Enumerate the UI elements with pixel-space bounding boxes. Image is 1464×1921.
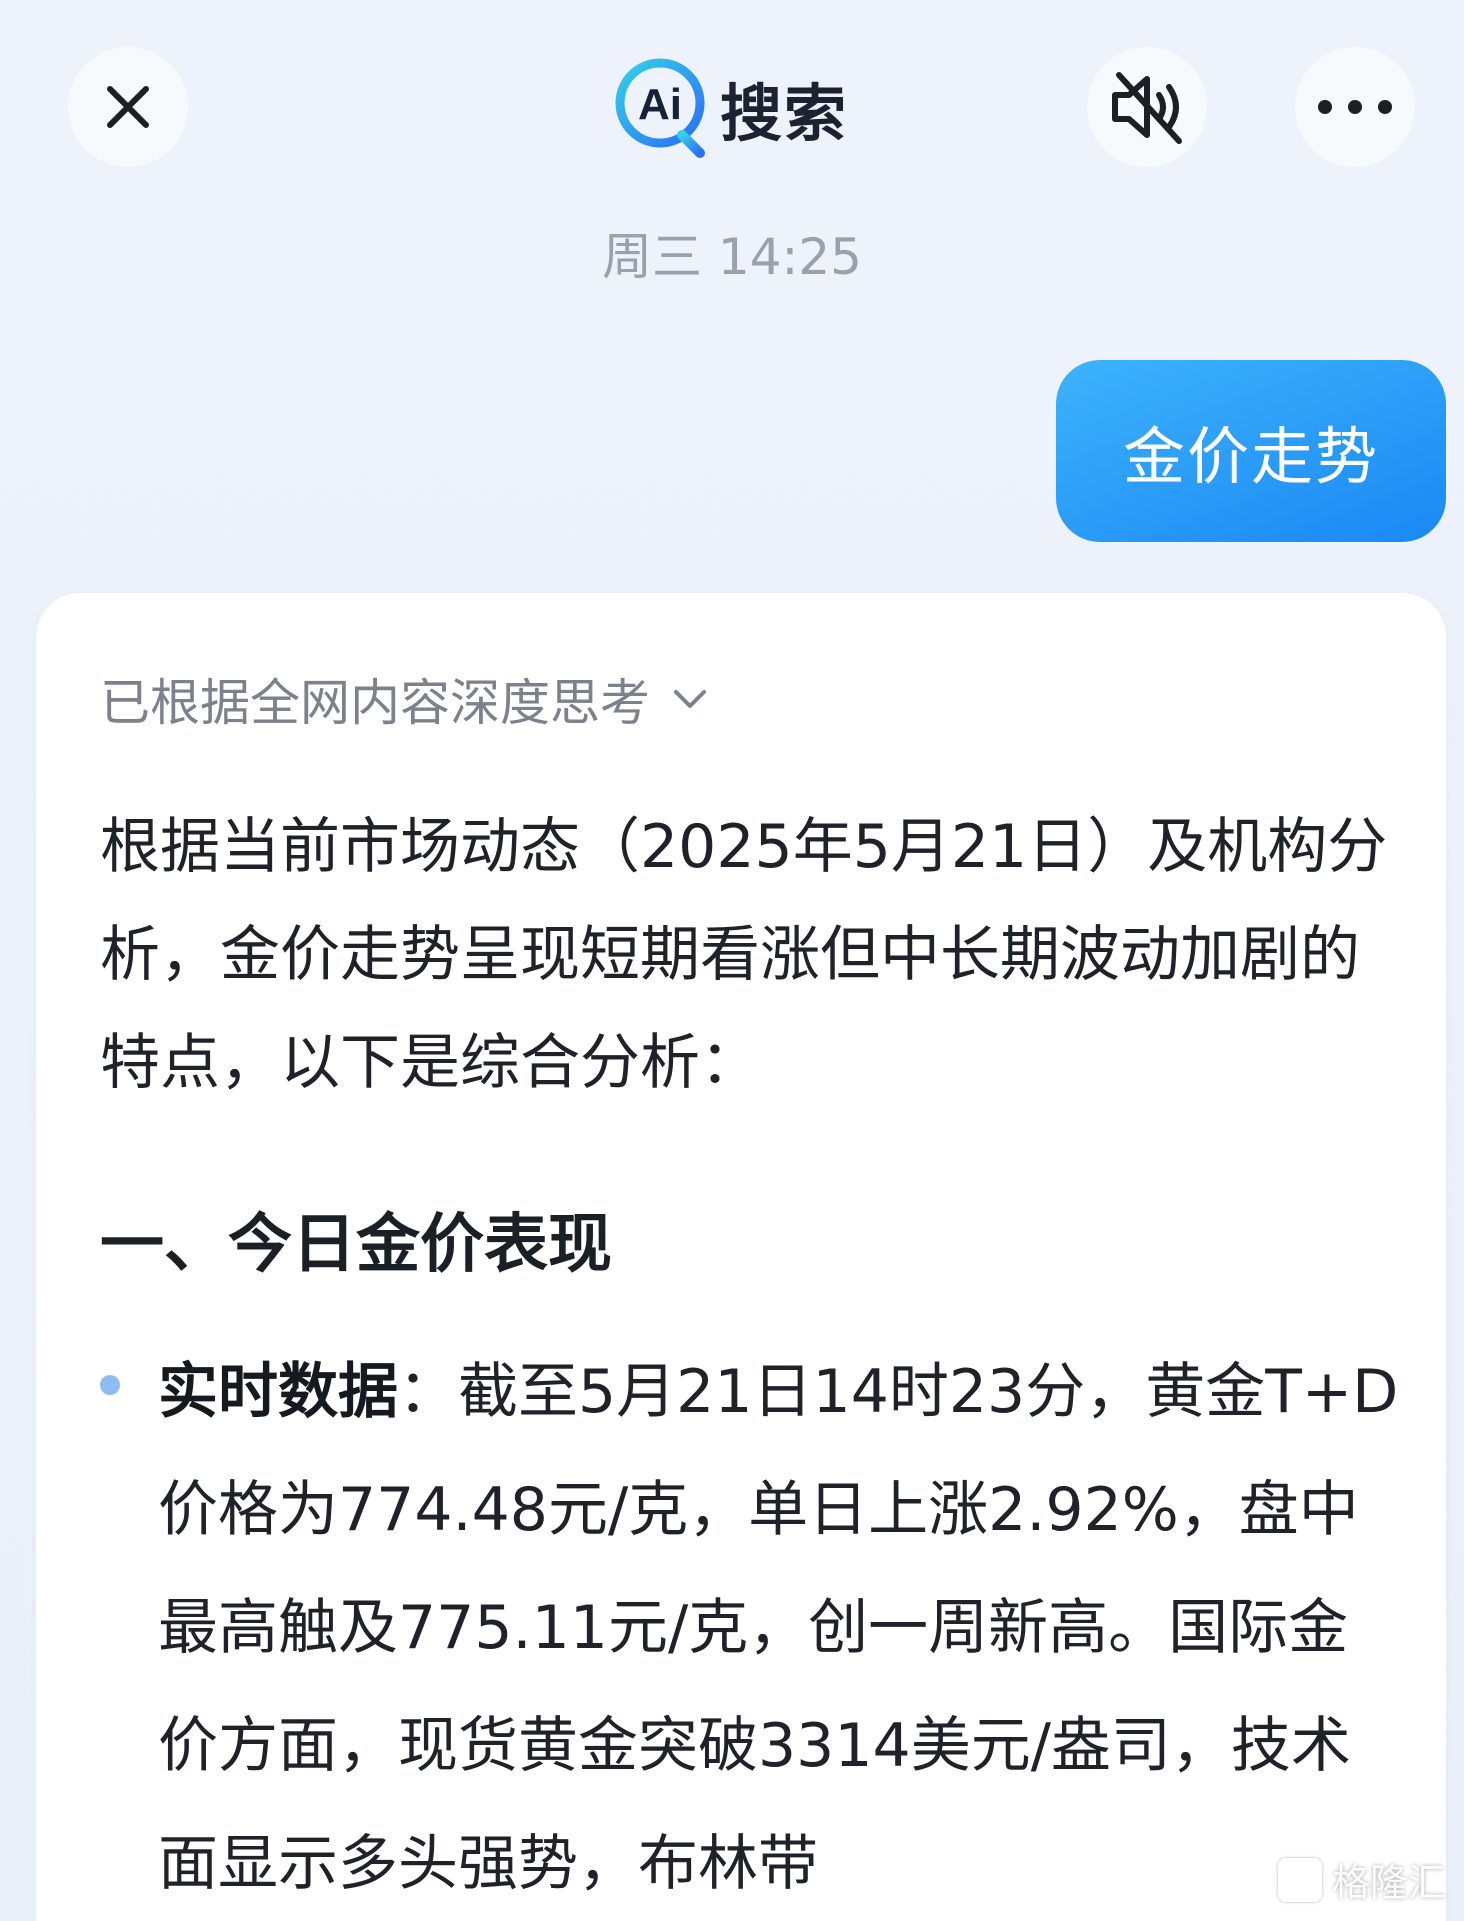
app-logo: Ai 搜索 (612, 50, 848, 166)
user-message-bubble: 金价走势 (1056, 360, 1446, 542)
mute-button[interactable] (1087, 47, 1207, 167)
thinking-label: 已根据全网内容深度思考 (100, 674, 650, 732)
deep-thinking-toggle[interactable]: 已根据全网内容深度思考 (100, 663, 712, 735)
bullet-body: 截至5月21日14时23分，黄金T+D价格为774.48元/克，单日上涨2.92… (158, 1357, 1399, 1899)
bullet-separator: ： (398, 1357, 458, 1427)
app-title: 搜索 (720, 77, 849, 150)
bullet-dot (100, 1375, 120, 1395)
watermark: 格隆汇 (1277, 1852, 1446, 1907)
watermark-logo-icon (1277, 1857, 1322, 1902)
close-icon (107, 86, 149, 128)
section-title: 一、今日金价表现 (100, 1208, 612, 1282)
bullet-item: 实时数据：截至5月21日14时23分，黄金T+D价格为774.48元/克，单日上… (158, 1333, 1408, 1921)
chevron-down-icon (674, 690, 706, 708)
watermark-text: 格隆汇 (1331, 1861, 1446, 1905)
svg-text:Ai: Ai (638, 80, 682, 129)
more-options-button[interactable] (1295, 47, 1415, 167)
bullet-label: 实时数据 (158, 1357, 398, 1427)
ai-search-logo-icon: Ai (615, 58, 705, 158)
more-dots-icon (1318, 100, 1392, 114)
answer-intro: 根据当前市场动态（2025年5月21日）及机构分析，金价走势呈现短期看涨但中长期… (100, 812, 1388, 1098)
close-button[interactable] (68, 47, 188, 167)
message-timestamp: 周三 14:25 (602, 228, 862, 286)
answer-card: 已根据全网内容深度思考 根据当前市场动态（2025年5月21日）及机构分析，金价… (36, 593, 1446, 1921)
speaker-muted-icon (1112, 72, 1182, 144)
